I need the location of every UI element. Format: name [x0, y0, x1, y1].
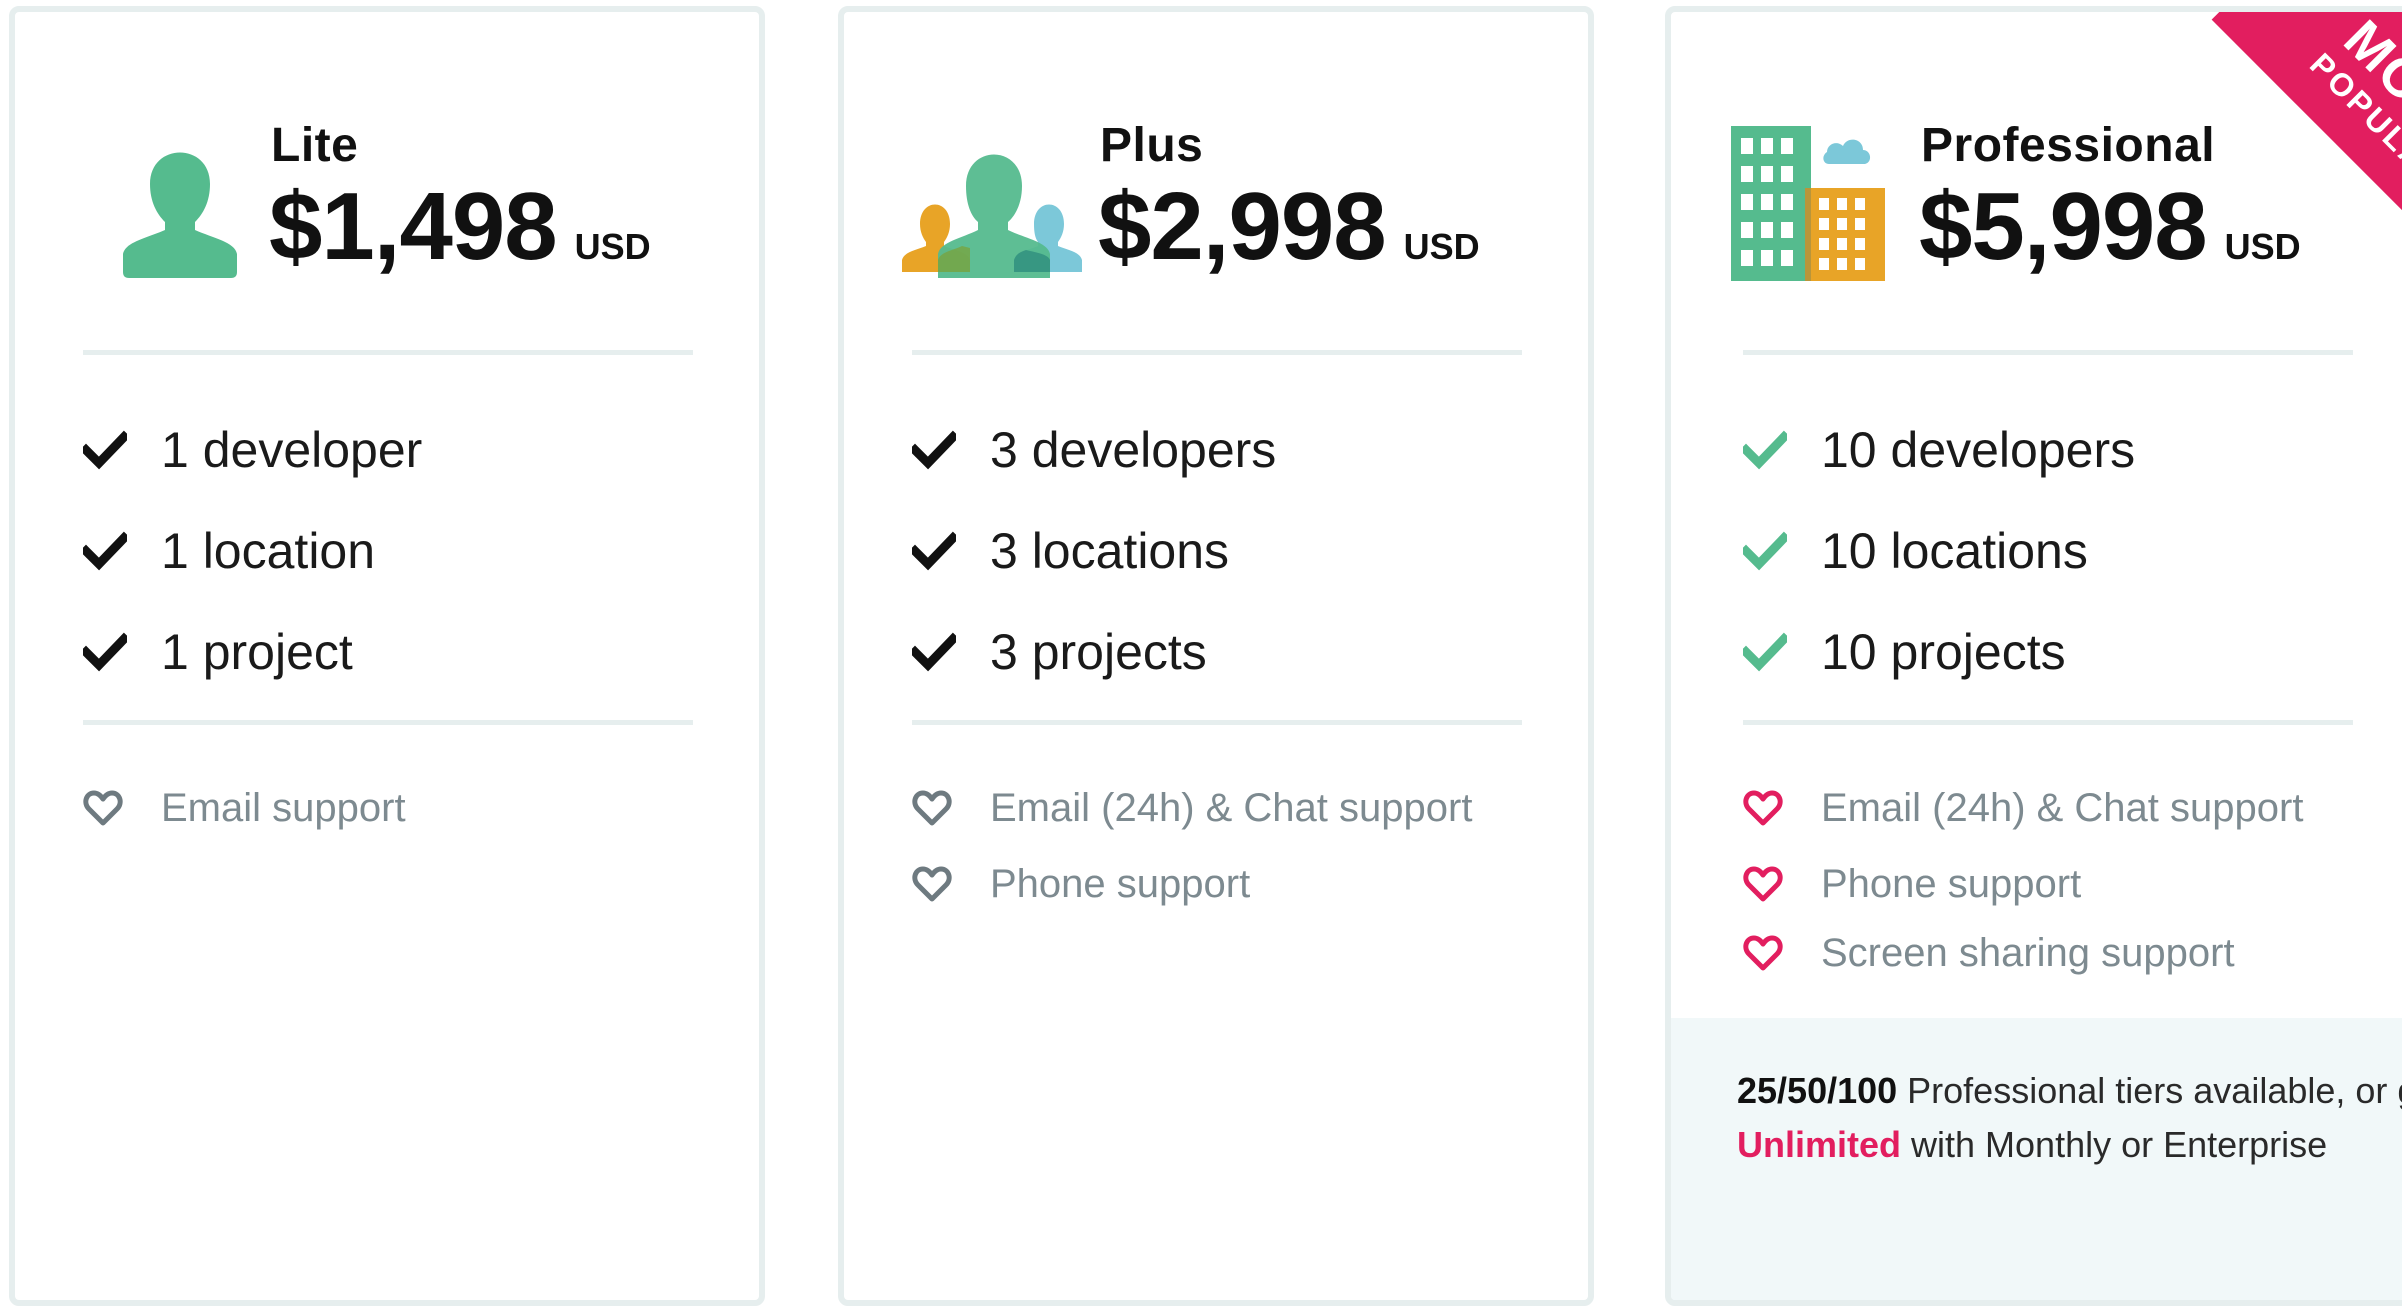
check-icon — [912, 430, 956, 470]
support-item: Email (24h) & Chat support — [912, 770, 1472, 846]
feature-item: 3 locations — [912, 498, 1276, 604]
feature-list: 3 developers 3 locations 3 projects — [912, 402, 1276, 705]
feature-item: 1 developer — [83, 397, 422, 503]
team-users-icon — [902, 154, 1082, 278]
pricing-card-lite: Lite $1,498 USD 1 developer 1 location 1 … — [9, 6, 765, 1306]
divider — [912, 350, 1522, 355]
pricing-card-professional: MOST POPULAR Professional $5,998 USD 10 d… — [1665, 6, 2402, 1306]
support-label: Phone support — [990, 861, 1251, 906]
tiers-values: 25/50/100 — [1737, 1070, 1898, 1111]
feature-label: 3 locations — [990, 523, 1230, 579]
check-icon — [1743, 531, 1787, 571]
plan-name: Lite — [271, 119, 359, 172]
feature-list: 10 developers 10 locations 10 projects — [1743, 402, 2135, 705]
support-list: Email support — [83, 770, 406, 846]
heart-outline-icon — [1743, 935, 1783, 971]
feature-label: 1 project — [161, 624, 353, 680]
heart-outline-icon — [1743, 790, 1783, 826]
professional-tiers-note: 25/50/100 Professional tiers available, … — [1671, 1018, 2402, 1300]
feature-item: 3 developers — [912, 397, 1276, 503]
check-icon — [912, 632, 956, 672]
feature-label: 10 developers — [1821, 422, 2136, 478]
tiers-text-end: with Monthly or Enterprise — [1901, 1124, 2328, 1165]
currency-label: USD — [2224, 226, 2301, 267]
heart-outline-icon — [912, 866, 952, 902]
support-item: Phone support — [912, 846, 1472, 922]
tiers-text: Professional tiers available, or go — [1897, 1070, 2402, 1111]
divider — [83, 350, 693, 355]
heart-outline-icon — [1743, 866, 1783, 902]
feature-label: 10 projects — [1821, 624, 2066, 680]
price-row: $5,998 USD — [1919, 172, 2301, 282]
single-user-icon — [123, 152, 237, 278]
support-label: Email (24h) & Chat support — [1821, 785, 2304, 830]
divider — [1743, 350, 2353, 355]
feature-item: 10 projects — [1743, 599, 2135, 705]
plan-price: $5,998 — [1919, 173, 2208, 280]
feature-list: 1 developer 1 location 1 project — [83, 402, 422, 705]
divider — [83, 720, 693, 725]
support-label: Email support — [161, 785, 406, 830]
currency-label: USD — [574, 226, 651, 267]
plan-price: $2,998 — [1098, 173, 1387, 280]
check-icon — [912, 531, 956, 571]
divider — [912, 720, 1522, 725]
feature-label: 1 developer — [161, 422, 423, 478]
currency-label: USD — [1403, 226, 1480, 267]
support-list: Email (24h) & Chat support Phone support… — [1743, 770, 2303, 984]
plan-name: Professional — [1921, 119, 2216, 172]
support-list: Email (24h) & Chat support Phone support — [912, 770, 1472, 922]
feature-item: 10 locations — [1743, 498, 2135, 604]
heart-outline-icon — [912, 790, 952, 826]
price-row: $1,498 USD — [269, 172, 651, 282]
support-item: Email (24h) & Chat support — [1743, 770, 2303, 846]
heart-outline-icon — [83, 790, 123, 826]
feature-label: 3 projects — [990, 624, 1207, 680]
price-row: $2,998 USD — [1098, 172, 1480, 282]
feature-label: 1 location — [161, 523, 376, 579]
feature-item: 3 projects — [912, 599, 1276, 705]
check-icon — [1743, 632, 1787, 672]
check-icon — [83, 632, 127, 672]
support-item: Email support — [83, 770, 406, 846]
check-icon — [83, 430, 127, 470]
support-label: Screen sharing support — [1821, 930, 2235, 975]
feature-label: 3 developers — [990, 422, 1277, 478]
unlimited-link[interactable]: Unlimited — [1737, 1124, 1901, 1165]
pricing-card-plus: Plus $2,998 USD 3 developers 3 locations … — [838, 6, 1594, 1306]
check-icon — [1743, 430, 1787, 470]
support-item: Screen sharing support — [1743, 922, 2303, 984]
support-label: Phone support — [1821, 861, 2082, 906]
feature-item: 10 developers — [1743, 397, 2135, 503]
support-item: Phone support — [1743, 846, 2303, 922]
feature-item: 1 location — [83, 498, 422, 604]
divider — [1743, 720, 2353, 725]
support-label: Email (24h) & Chat support — [990, 785, 1473, 830]
buildings-cloud-icon — [1731, 126, 1885, 281]
feature-label: 10 locations — [1821, 523, 2088, 579]
plan-price: $1,498 — [269, 173, 558, 280]
plan-name: Plus — [1100, 119, 1204, 172]
check-icon — [83, 531, 127, 571]
feature-item: 1 project — [83, 599, 422, 705]
